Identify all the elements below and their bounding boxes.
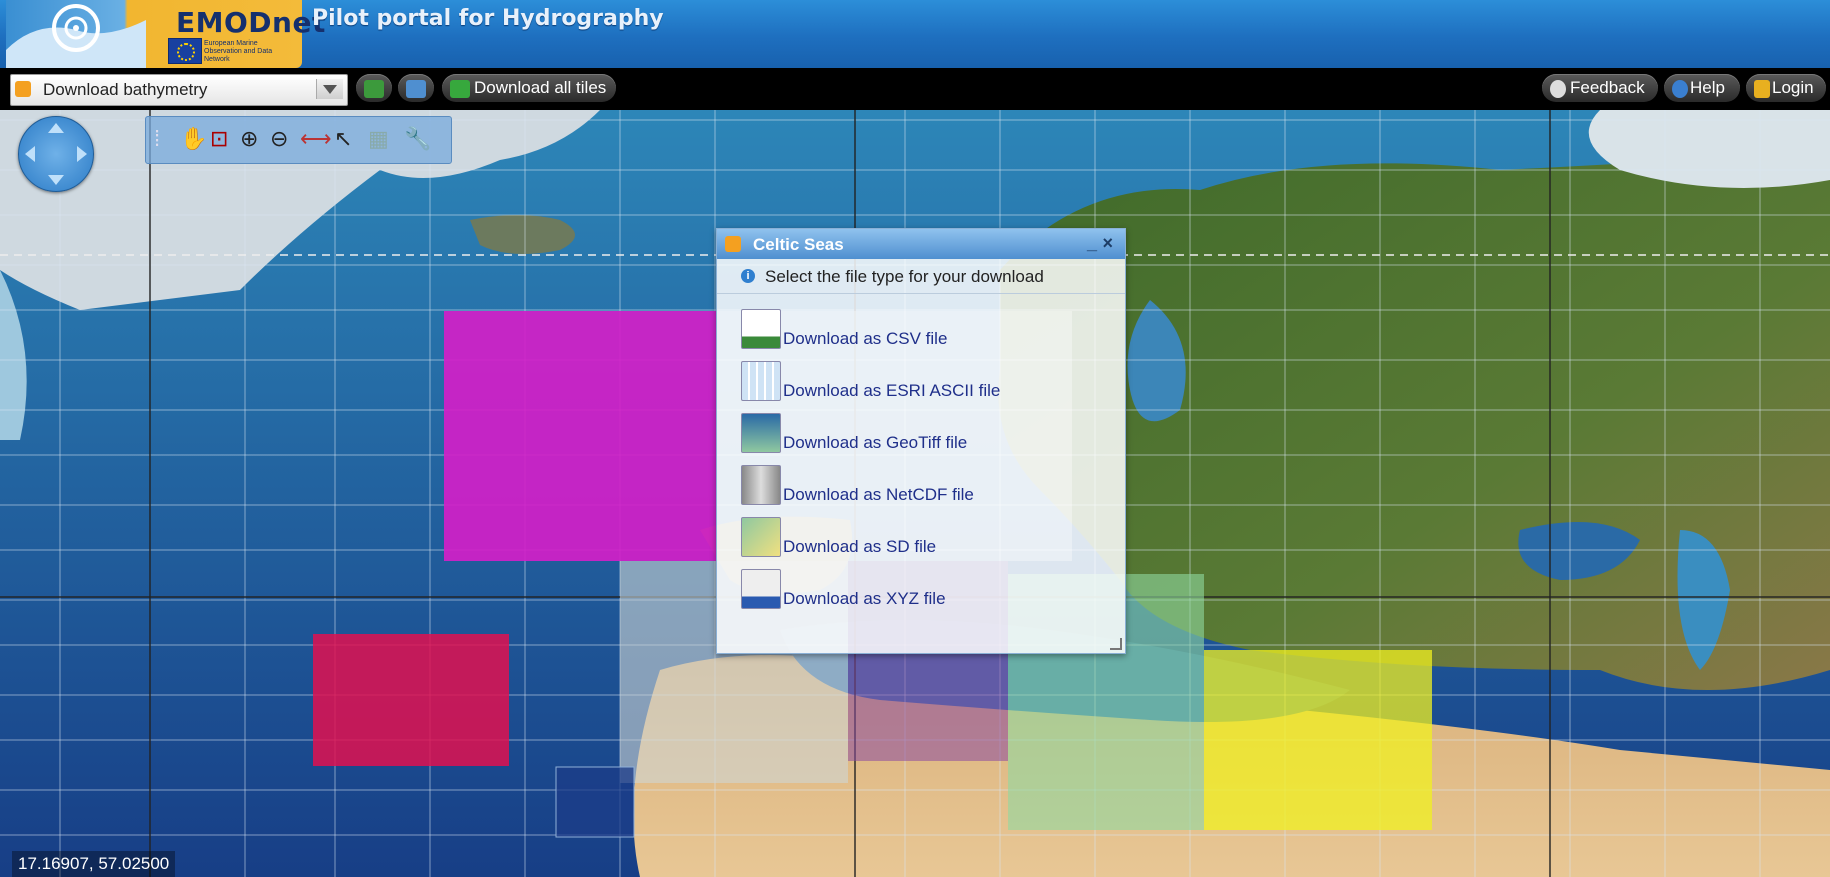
info-icon: i: [741, 269, 755, 283]
feedback-label: Feedback: [1570, 78, 1645, 97]
download-dialog: Celtic Seas _ × i Select the file type f…: [716, 228, 1126, 654]
login-label: Login: [1772, 78, 1814, 97]
help-label: Help: [1690, 78, 1725, 97]
download-geotiff-label[interactable]: Download as GeoTiff file: [783, 433, 967, 453]
drag-handle-icon[interactable]: ⁞: [154, 127, 160, 151]
download-netcdf-label[interactable]: Download as NetCDF file: [783, 485, 974, 505]
info-pointer-icon[interactable]: ↖: [334, 127, 352, 151]
help-icon: [1672, 79, 1688, 98]
resize-grip-icon[interactable]: [1110, 638, 1122, 650]
pan-up-icon[interactable]: [48, 123, 64, 133]
download-icon: [450, 79, 470, 98]
close-icon[interactable]: ×: [1102, 233, 1113, 254]
layers-icon: [406, 79, 426, 98]
download-sd-label[interactable]: Download as SD file: [783, 537, 936, 557]
map-tools: ⁞ ✋ ⊡ ⊕ ⊖ ⟷ ↖ ▦ 🔧: [145, 116, 452, 164]
download-bathymetry-icon: [15, 81, 31, 97]
tile-eastern-med[interactable]: [1204, 650, 1432, 830]
geotiff-icon: [741, 413, 781, 453]
fullscreen-icon: [364, 79, 384, 98]
tile-celtic-seas[interactable]: [444, 311, 716, 561]
dialog-info-text: Select the file type for your download: [765, 267, 1044, 286]
app-header: EMODnet European Marine Observation and …: [0, 0, 1830, 68]
layers-button[interactable]: [398, 74, 434, 102]
zoom-in-icon[interactable]: ⊕: [240, 127, 258, 151]
coordinates-readout: 17.16907, 57.02500: [12, 851, 176, 877]
dialog-title: Celtic Seas: [753, 235, 844, 254]
pan-right-icon[interactable]: [77, 146, 87, 162]
lock-icon: [1754, 79, 1770, 98]
download-csv-label[interactable]: Download as CSV file: [783, 329, 947, 349]
eu-flag-icon: [168, 38, 202, 64]
emodnet-logo[interactable]: EMODnet European Marine Observation and …: [6, 0, 325, 68]
tile-azores[interactable]: [313, 634, 509, 766]
download-xyz-label[interactable]: Download as XYZ file: [783, 589, 946, 609]
download-esri-ascii-label[interactable]: Download as ESRI ASCII file: [783, 381, 1000, 401]
legend-icon[interactable]: ▦: [368, 127, 389, 151]
login-button[interactable]: Login: [1746, 74, 1826, 102]
pan-hand-icon[interactable]: ✋: [180, 127, 207, 151]
xyz-icon: [741, 569, 781, 609]
layer-select[interactable]: Download bathymetry: [10, 74, 348, 106]
pan-down-icon[interactable]: [48, 175, 64, 185]
pan-left-icon[interactable]: [25, 146, 35, 162]
sd-icon: [741, 517, 781, 557]
minimize-icon[interactable]: _: [1087, 233, 1097, 254]
fullscreen-button[interactable]: [356, 74, 392, 102]
csv-icon: [741, 309, 781, 349]
help-button[interactable]: Help: [1664, 74, 1740, 102]
feedback-button[interactable]: Feedback: [1542, 74, 1658, 102]
logo-swirl-icon: [6, 4, 146, 68]
dialog-app-icon: [725, 236, 741, 252]
zoom-box-icon[interactable]: ⊡: [210, 127, 228, 151]
pan-control[interactable]: [18, 116, 94, 192]
feedback-icon: [1550, 79, 1566, 98]
chevron-down-icon[interactable]: [316, 79, 343, 99]
logo-text: EMODnet: [176, 6, 326, 39]
layer-select-value: Download bathymetry: [43, 80, 208, 99]
dialog-info: i Select the file type for your download: [717, 259, 1125, 294]
download-all-label: Download all tiles: [474, 78, 607, 97]
settings-wrench-icon[interactable]: 🔧: [404, 127, 431, 151]
logo-subtitle: European Marine Observation and Data Net…: [204, 40, 273, 63]
esri-ascii-icon: [741, 361, 781, 401]
portal-title: Pilot portal for Hydrography: [312, 6, 664, 31]
netcdf-icon: [741, 465, 781, 505]
zoom-out-icon[interactable]: ⊖: [270, 127, 288, 151]
download-all-tiles-button[interactable]: Download all tiles: [442, 74, 616, 102]
dialog-header[interactable]: Celtic Seas _ ×: [717, 229, 1125, 259]
tile-canary[interactable]: [555, 766, 635, 838]
measure-icon[interactable]: ⟷: [300, 127, 332, 151]
